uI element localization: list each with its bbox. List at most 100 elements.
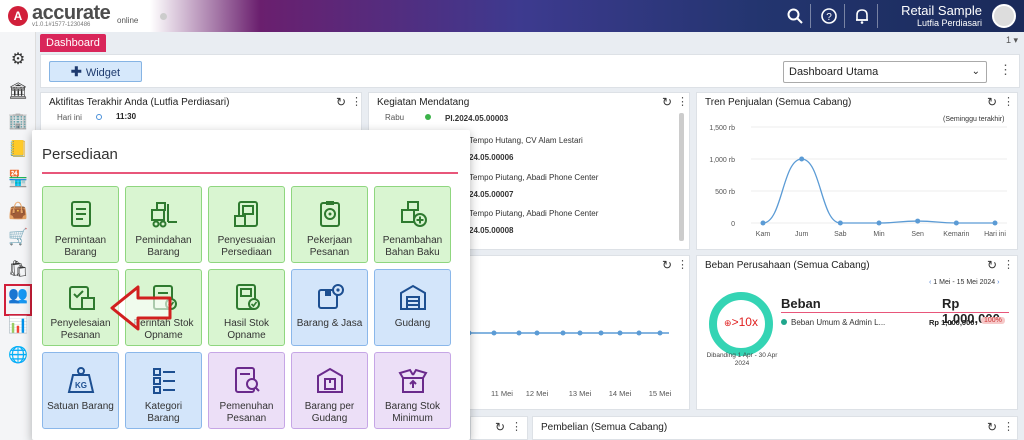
report-icon[interactable]: 📊 [8, 316, 28, 336]
svg-text:?: ? [826, 12, 832, 23]
tile-label: Penyelesaian Pesanan [50, 318, 111, 341]
warehouse-icon [397, 281, 429, 313]
event-code[interactable]: 24.05.00006 [469, 153, 514, 162]
tile-barang-per-gudang[interactable]: Barang per Gudang [291, 352, 368, 429]
forklift-icon [148, 198, 180, 230]
tile-hasil-stok-opname[interactable]: Hasil Stok Opname [208, 269, 285, 346]
bank-icon[interactable]: 🏛 [8, 82, 28, 102]
data-point [598, 330, 604, 336]
data-point [657, 330, 663, 336]
x-tick-label: 11 Mei [491, 389, 513, 398]
help-icon[interactable]: ? [820, 7, 838, 25]
refresh-icon[interactable]: ↻ [987, 258, 997, 272]
more-icon[interactable]: ⋮ [1003, 95, 1014, 108]
arrow-up-circle-icon: ⊕ [724, 318, 732, 328]
event-desc: Tempo Hutang, CV Alam Lestari [469, 136, 583, 145]
more-icon[interactable]: ⋮ [1003, 258, 1014, 271]
refresh-icon[interactable]: ↻ [662, 95, 672, 109]
event-code[interactable]: 24.05.00007 [469, 190, 514, 199]
pointer-arrow-icon [110, 285, 172, 331]
gear-clipboard-icon [314, 198, 346, 230]
event-code[interactable]: PI.2024.05.00003 [445, 114, 508, 123]
x-tick-label: 13 Mei [569, 389, 592, 398]
date-range[interactable]: ‹ 1 Mei - 15 Mei 2024 › [929, 279, 999, 286]
tile-satuan-barang[interactable]: KG Satuan Barang [42, 352, 119, 429]
data-point [577, 330, 583, 336]
refresh-icon[interactable]: ↻ [336, 95, 346, 109]
tile-barang-jasa[interactable]: Barang & Jasa [291, 269, 368, 346]
tile-pemenuhan-pesanan[interactable]: Pemenuhan Pesanan [208, 352, 285, 429]
store-icon[interactable]: 🏪 [8, 170, 28, 190]
refresh-icon[interactable]: ↻ [987, 420, 997, 434]
building-icon[interactable]: 🏢 [8, 112, 28, 132]
plus-icon: ✚ [70, 64, 82, 79]
tile-label: Penambahan Bahan Baku [382, 235, 443, 258]
data-point [953, 220, 959, 226]
inventory-cart-icon[interactable]: 🛍 [8, 260, 28, 280]
tab-bar: Dashboard 1 ▾ [36, 32, 1024, 52]
bell-icon[interactable] [853, 7, 871, 25]
more-icon[interactable]: ⋮ [1003, 420, 1014, 433]
tile-gudang[interactable]: Gudang [374, 269, 451, 346]
globe-icon[interactable]: 🌐 [8, 346, 28, 366]
tile-pekerjaan-pesanan[interactable]: Pekerjaan Pesanan [291, 186, 368, 263]
y-tick-label: 0 [731, 221, 735, 228]
x-tick-label: 15 Mei [649, 389, 672, 398]
tab-more-menu[interactable]: 1 ▾ [1006, 35, 1018, 46]
panel-title: Kegiatan Mendatang [377, 97, 470, 108]
cart-icon[interactable]: 🛒 [8, 228, 28, 248]
refresh-icon[interactable]: ↻ [987, 95, 997, 109]
sales-trend-chart: 0 500 rb 1,000 rb 1,500 rb Kam Jum Sab Min Sen Ke… [709, 125, 1007, 238]
tab-dashboard[interactable]: Dashboard [40, 34, 106, 52]
x-tick-label: 14 Mei [609, 389, 632, 398]
svg-text:KG: KG [75, 381, 87, 390]
tile-penambahan-bahan-baku[interactable]: Penambahan Bahan Baku [374, 186, 451, 263]
data-point [760, 220, 766, 226]
more-icon[interactable]: ⋮ [351, 95, 362, 108]
tile-barang-stok-minimum[interactable]: Barang Stok Minimum [374, 352, 451, 429]
data-point [560, 330, 566, 336]
panel-pembelian: Pembelian (Semua Cabang) ↻ ⋮ [532, 416, 1018, 440]
x-tick-label: Sen [911, 231, 924, 238]
beban-item-name[interactable]: Beban Umum & Admin L... [791, 318, 885, 327]
x-tick-label: Kemarin [943, 231, 969, 238]
legend-dot-icon [781, 319, 787, 325]
beban-label: Beban [781, 296, 821, 311]
toolbar-more-icon[interactable]: ⋮ [999, 62, 1012, 78]
tile-pemindahan-barang[interactable]: Pemindahan Barang [125, 186, 202, 263]
settings-gear-icon[interactable]: ⚙ [8, 50, 28, 70]
tile-penyesuaian-persediaan[interactable]: Penyesuaian Persediaan [208, 186, 285, 263]
tile-label: Kategori Barang [144, 401, 183, 424]
panel-tren-penjualan: Tren Penjualan (Semua Cabang) ↻ ⋮ (Semin… [696, 92, 1018, 250]
tile-kategori-barang[interactable]: Kategori Barang [125, 352, 202, 429]
x-tick-label: Jum [795, 231, 808, 238]
user-name[interactable]: Retail Sample [901, 3, 982, 18]
dashboard-select[interactable]: Dashboard Utama ⌄ [783, 61, 987, 83]
document-icon [65, 198, 97, 230]
tile-permintaan-barang[interactable]: Permintaan Barang [42, 186, 119, 263]
data-point [636, 330, 642, 336]
event-day: Rabu [385, 113, 405, 122]
bag-icon[interactable]: 👜 [8, 202, 28, 222]
x-tick-label: Sab [834, 231, 847, 238]
event-code[interactable]: 24.05.00008 [469, 226, 514, 235]
data-point [491, 330, 497, 336]
more-icon[interactable]: ⋮ [677, 95, 688, 108]
y-tick-label: 500 rb [715, 189, 735, 196]
scrollbar[interactable] [679, 113, 684, 241]
add-widget-button[interactable]: ✚ Widget [49, 61, 142, 82]
search-icon[interactable] [786, 7, 804, 25]
divider [42, 172, 458, 174]
box-service-icon [314, 281, 346, 313]
user-subtitle: Lutfia Perdiasari [916, 18, 982, 28]
refresh-icon[interactable]: ↻ [495, 420, 505, 434]
data-point [799, 156, 805, 162]
tile-label: Penyesuaian Persediaan [217, 235, 276, 258]
ledger-icon[interactable]: 📒 [8, 140, 28, 160]
avatar[interactable] [992, 4, 1016, 28]
tile-label: Barang & Jasa [296, 318, 363, 329]
people-icon[interactable]: 👥 [8, 286, 28, 306]
clipboard-box-icon [65, 281, 97, 313]
tile-penyelesaian-pesanan[interactable]: Penyelesaian Pesanan [42, 269, 119, 346]
more-icon[interactable]: ⋮ [511, 420, 522, 433]
